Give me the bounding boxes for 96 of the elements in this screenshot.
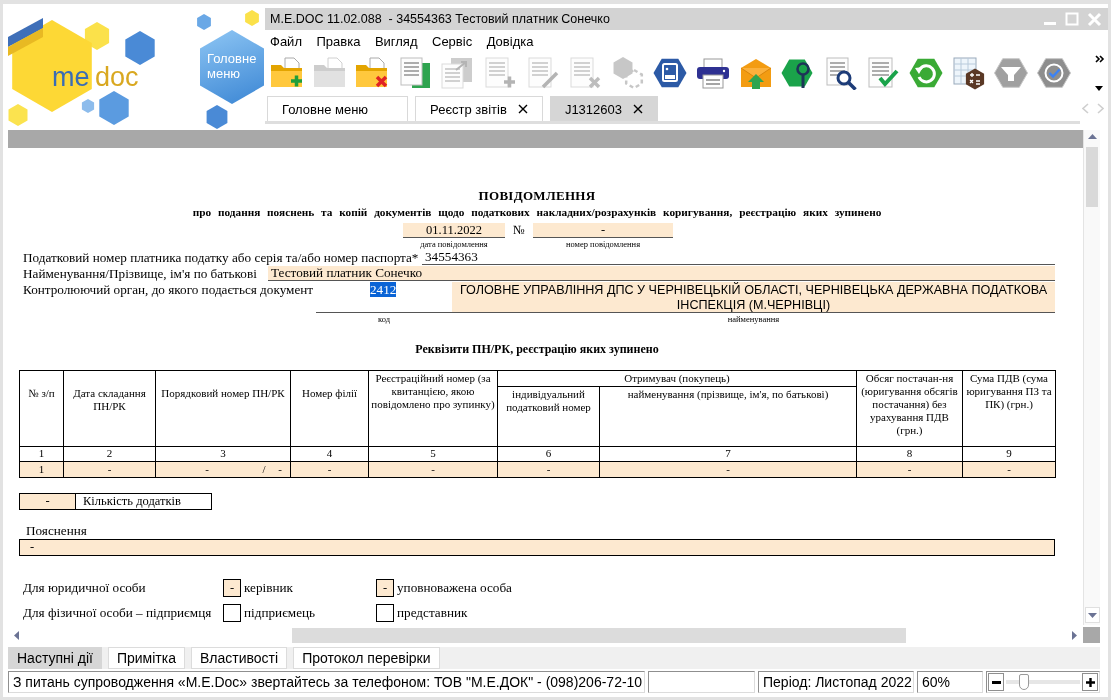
folder-cross-icon[interactable] bbox=[355, 56, 390, 90]
tab[interactable]: Реєстр звітів bbox=[415, 96, 543, 121]
hexagon-check-icon[interactable] bbox=[1036, 56, 1071, 90]
date-field[interactable]: 01.11.2022 bbox=[403, 223, 505, 238]
document-subtitle: про подання пояснень та копій документів щодо податкових накладних/розрахунків коригування, реєстрацію яких зупинено bbox=[191, 205, 883, 219]
field-caption: код bbox=[377, 314, 391, 324]
column-header: Обсяг постачан-ня (юригування обсягів постачання) без урахування ПДВ (грн.) bbox=[856, 370, 963, 447]
vertical-scrollbar[interactable] bbox=[1083, 130, 1100, 625]
right-arrow-icon[interactable] bbox=[1072, 630, 1077, 640]
document-check-icon[interactable] bbox=[866, 56, 901, 90]
field-label: Найменування/Прізвище, ім'я по батькові bbox=[22, 266, 258, 281]
zoom-slider[interactable] bbox=[1006, 673, 1080, 691]
column-number: 2 bbox=[63, 446, 156, 462]
column-number: 1 bbox=[19, 446, 64, 462]
scrollbar-thumb[interactable] bbox=[292, 627, 906, 643]
menu-item[interactable]: Довідка bbox=[483, 32, 537, 50]
tab[interactable]: Наступні дії bbox=[8, 647, 102, 669]
number-sign: № bbox=[512, 223, 526, 237]
option-label: підприємець bbox=[244, 605, 316, 621]
explanation-field[interactable]: - bbox=[19, 539, 1055, 556]
column-header: індивідуальний податковий номер bbox=[497, 386, 600, 447]
chevrons-icon[interactable] bbox=[1095, 55, 1105, 63]
envelope-icon[interactable] bbox=[738, 56, 773, 90]
column-header: Сума ПДВ (сума юригування ПЗ та ПК) (грн.) bbox=[962, 370, 1056, 447]
column-group-header: Отримувач (покупець) bbox=[497, 370, 857, 387]
column-header: Номер філії bbox=[290, 370, 369, 447]
column-header: № з/п bbox=[19, 370, 64, 447]
menu-item[interactable]: Файл bbox=[267, 32, 305, 50]
field-label: Податковий номер платника податку або серія та/або номер паспорта* bbox=[22, 250, 420, 265]
option-label: представник bbox=[397, 605, 468, 621]
minus-icon bbox=[991, 680, 1001, 684]
status-period: Період: Листопад 2022 bbox=[758, 671, 914, 693]
field-caption: найменування bbox=[726, 314, 781, 324]
column-number: 9 bbox=[962, 446, 1056, 462]
menu-item[interactable]: Вигляд bbox=[371, 32, 421, 50]
column-number: 5 bbox=[368, 446, 498, 462]
attachments-label: Кількість додатків bbox=[82, 494, 182, 509]
tab[interactable]: Протокол перевірки bbox=[293, 647, 440, 669]
section-title: Реквізити ПН/РК, реєстрацію яких зупинено bbox=[414, 342, 660, 356]
plus-icon bbox=[1085, 677, 1095, 687]
field-label: Для юридичної особи bbox=[22, 580, 147, 596]
column-header: Дата складання ПН/РК bbox=[63, 370, 156, 447]
field-caption: номер повідомлення bbox=[564, 239, 642, 249]
scrollbar-corner bbox=[1083, 627, 1100, 643]
close-icon[interactable] bbox=[517, 104, 528, 114]
column-number: 6 bbox=[497, 446, 600, 462]
column-number: 8 bbox=[856, 446, 963, 462]
input-box[interactable]: - bbox=[376, 579, 394, 597]
number-field[interactable]: - bbox=[533, 223, 673, 238]
field-caption: дата повідомлення bbox=[419, 239, 489, 249]
left-arrow-icon[interactable] bbox=[14, 630, 19, 640]
option-label: уповноважена особа bbox=[397, 580, 512, 596]
column-number: 4 bbox=[290, 446, 369, 462]
column-number: 3 bbox=[155, 446, 291, 462]
field-label: Пояснення bbox=[25, 523, 88, 538]
folder-plus-icon[interactable] bbox=[270, 56, 304, 90]
menu-item[interactable]: Правка bbox=[313, 32, 364, 50]
column-number: 7 bbox=[599, 446, 857, 462]
menu-item[interactable]: Сервіс bbox=[429, 32, 476, 50]
input-box[interactable] bbox=[376, 604, 394, 622]
window-title: M.E.DOC 11.02.088 - 34554363 Тестовий платник Сонечко bbox=[270, 12, 610, 26]
tab[interactable]: J1312603 bbox=[549, 96, 658, 121]
close-icon[interactable] bbox=[633, 104, 643, 114]
column-header: Реєстраційний номер (за квитанцією, якою повідомлено про зупинку) bbox=[368, 370, 498, 447]
taxpayer-id-field[interactable]: 34554363 bbox=[422, 250, 1055, 265]
printer-icon[interactable] bbox=[695, 56, 730, 90]
document-magnifier-icon[interactable] bbox=[823, 56, 858, 90]
tab[interactable]: Головне меню bbox=[267, 96, 409, 121]
field-label: Для фізичної особи – підприємця bbox=[22, 605, 213, 621]
down-arrow-icon[interactable] bbox=[1087, 612, 1097, 618]
field-label: Контролюючий орган, до якого подається документ bbox=[22, 282, 315, 299]
document-title: ПОВІДОМЛЕННЯ bbox=[477, 188, 597, 203]
taxpayer-name-field[interactable]: Тестовий платник Сонечко bbox=[268, 266, 1055, 281]
attachments-field[interactable]: - bbox=[20, 494, 76, 509]
logo: me doc bbox=[3, 4, 190, 130]
tab[interactable]: Примітка bbox=[107, 647, 185, 669]
slider-thumb[interactable] bbox=[1018, 674, 1029, 690]
code-field[interactable]: 2412 bbox=[370, 282, 452, 312]
hexagon-funnel-icon[interactable] bbox=[994, 56, 1029, 90]
hexagon-card-icon[interactable] bbox=[653, 56, 688, 90]
authority-name-field[interactable]: ГОЛОВНЕ УПРАВЛІННЯ ДПС У ЧЕРНІВЕЦЬКІЙ ОБЛАСТІ, ЧЕРНІВЕЦЬКА ДЕРЖАВНА ПОДАТКОВА ІНСПЕКЦІЯ (М.ЧЕРНІВЦІ) bbox=[452, 282, 1055, 312]
zoom-out-button[interactable] bbox=[988, 673, 1004, 691]
status-zoom: 60% bbox=[917, 671, 983, 693]
input-box[interactable] bbox=[223, 604, 241, 622]
column-header: Порядковий номер ПН/РК bbox=[155, 370, 291, 447]
hexagon-refresh-icon[interactable] bbox=[908, 56, 943, 90]
document-copy-icon[interactable] bbox=[397, 56, 432, 90]
up-arrow-icon[interactable] bbox=[1087, 134, 1097, 139]
caret-icon[interactable] bbox=[1095, 86, 1103, 91]
table-calculator-icon[interactable] bbox=[951, 56, 986, 90]
tab[interactable]: Властивості bbox=[191, 647, 288, 669]
zoom-in-button[interactable] bbox=[1082, 673, 1098, 691]
option-label: керівник bbox=[244, 580, 293, 596]
status-message: З питань супроводження «M.E.Doc» звертайтесь за телефоном: ТОВ "М.Е.ДОК" - (098)206-72-10 bbox=[8, 671, 645, 693]
input-box[interactable]: - bbox=[223, 579, 241, 597]
scrollbar-thumb[interactable] bbox=[1086, 147, 1098, 207]
